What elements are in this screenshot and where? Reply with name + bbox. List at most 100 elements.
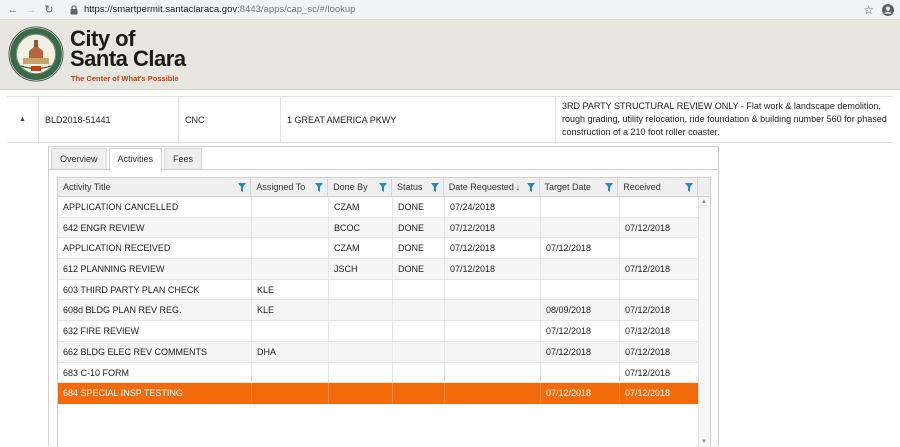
column-header-done-by[interactable]: Done By xyxy=(328,178,392,196)
cell-date-requested: 07/12/2018 xyxy=(445,259,541,279)
record-description: 3RD PARTY STRUCTURAL REVIEW ONLY - Flat … xyxy=(562,101,887,137)
cell-target-date xyxy=(541,362,620,383)
cell-target-date: 08/09/2018 xyxy=(541,300,620,321)
filter-icon[interactable] xyxy=(430,183,439,192)
account-icon[interactable] xyxy=(882,3,894,16)
table-row[interactable]: 608d BLDG PLAN REV REG. KLE 08/09/2018 0… xyxy=(58,300,710,322)
cell-status xyxy=(393,362,445,383)
cell-activity-title: 683 C-10 FORM xyxy=(58,362,252,383)
city-seal-logo xyxy=(8,26,64,82)
cell-target-date xyxy=(541,279,620,300)
tab-overview[interactable]: Overview xyxy=(51,148,107,169)
cell-assigned-to xyxy=(252,362,329,383)
column-label: Date Requested xyxy=(448,182,514,192)
cell-done-by: BCOC xyxy=(329,217,393,238)
permit-record-row[interactable]: ▲ BLD2018-51441 CNC 1 GREAT AMERICA PKWY… xyxy=(7,96,893,143)
cell-activity-title: 642 ENGR REVIEW xyxy=(58,217,252,238)
table-row[interactable]: APPLICATION RECEIVED CZAM DONE 07/12/201… xyxy=(58,238,710,260)
cell-assigned-to: KLE xyxy=(252,300,329,321)
table-row[interactable]: 632 FIRE REVIEW 07/12/2018 07/12/2018 xyxy=(58,321,710,342)
filter-icon[interactable] xyxy=(315,183,324,192)
cell-activity-title: 612 PLANNING REVIEW xyxy=(58,259,252,279)
cell-target-date: 07/12/2018 xyxy=(541,321,620,341)
table-row[interactable]: APPLICATION CANCELLED CZAM DONE 07/24/20… xyxy=(58,197,710,218)
filter-icon[interactable] xyxy=(605,183,614,192)
cell-status xyxy=(393,383,445,403)
column-header-date-requested[interactable]: Date Requested ↓ xyxy=(444,178,540,196)
cell-done-by xyxy=(329,300,393,321)
cell-received xyxy=(620,238,700,259)
table-row[interactable]: 603 THIRD PARTY PLAN CHECK KLE xyxy=(58,279,710,301)
cell-status: DONE xyxy=(393,259,445,279)
cell-date-requested xyxy=(445,362,541,383)
scroll-down-icon[interactable]: ▼ xyxy=(701,439,707,445)
column-header-target-date[interactable]: Target Date xyxy=(540,178,619,196)
cell-done-by: CZAM xyxy=(329,197,393,217)
column-label: Done By xyxy=(333,182,368,192)
back-arrow-icon[interactable]: ← xyxy=(6,3,20,17)
reload-icon[interactable]: ↻ xyxy=(42,3,56,17)
cell-activity-title: APPLICATION CANCELLED xyxy=(58,197,252,217)
table-row[interactable]: 642 ENGR REVIEW BCOC DONE 07/12/2018 07/… xyxy=(58,217,710,239)
table-row[interactable]: 662 BLDG ELEC REV COMMENTS DHA 07/12/201… xyxy=(58,341,710,363)
cell-assigned-to xyxy=(252,238,329,259)
table-row[interactable]: 612 PLANNING REVIEW JSCH DONE 07/12/2018… xyxy=(58,259,710,280)
cell-assigned-to: DHA xyxy=(252,341,329,362)
url-path: :8443/apps/cap_sc/#/lookup xyxy=(237,4,356,15)
column-header-received[interactable]: Received xyxy=(618,178,699,196)
cell-done-by xyxy=(329,341,393,362)
cell-target-date: 07/12/2018 xyxy=(541,238,620,259)
cell-date-requested: 07/12/2018 xyxy=(445,217,541,238)
cell-target-date xyxy=(541,259,620,279)
address-bar[interactable]: https://smartpermit.santaclaraca.gov:844… xyxy=(84,4,863,15)
tab-fees[interactable]: Fees xyxy=(164,148,203,169)
cell-status: DONE xyxy=(393,238,445,259)
tab-activities[interactable]: Activities xyxy=(108,148,163,171)
city-name-line2: Santa Clara xyxy=(70,46,186,71)
bookmark-star-icon[interactable]: ☆ xyxy=(863,3,874,17)
filter-icon[interactable] xyxy=(685,183,694,192)
lock-icon[interactable] xyxy=(68,4,80,16)
cell-date-requested xyxy=(445,341,541,362)
url-host: https://smartpermit.santaclaraca.gov xyxy=(84,4,238,15)
table-row-selected[interactable]: 684 SPECIAL INSP TESTING 07/12/2018 07/1… xyxy=(58,383,710,404)
cell-activity-title: 632 FIRE REVIEW xyxy=(58,321,252,341)
column-label: Target Date xyxy=(544,182,592,192)
record-detail-panel: Overview Activities Fees Activity Title … xyxy=(48,146,719,447)
cell-received xyxy=(620,279,700,300)
cell-target-date xyxy=(541,217,620,238)
cell-date-requested xyxy=(445,321,541,341)
cell-assigned-to xyxy=(252,259,329,279)
cell-status xyxy=(393,341,445,362)
column-header-activity-title[interactable]: Activity Title xyxy=(58,178,252,196)
cell-status: DONE xyxy=(393,197,445,217)
expand-toggle[interactable]: ▲ xyxy=(7,97,39,142)
cell-target-date: 07/12/2018 xyxy=(541,341,620,362)
detail-tabs: Overview Activities Fees xyxy=(49,147,718,171)
cell-done-by: JSCH xyxy=(329,259,393,279)
forward-arrow-icon[interactable]: → xyxy=(24,3,38,17)
city-name[interactable]: City of Santa Clara xyxy=(70,28,186,71)
filter-icon[interactable] xyxy=(378,183,387,192)
sort-descending-icon: ↓ xyxy=(515,183,520,192)
grid-body: APPLICATION CANCELLED CZAM DONE 07/24/20… xyxy=(58,197,710,404)
record-type: CNC xyxy=(179,97,281,142)
column-header-status[interactable]: Status xyxy=(392,178,444,196)
cell-target-date: 07/12/2018 xyxy=(541,383,620,403)
filter-icon[interactable] xyxy=(526,183,535,192)
cell-received: 07/12/2018 xyxy=(620,321,700,341)
cell-assigned-to xyxy=(252,321,329,341)
collapse-triangle-icon[interactable]: ▲ xyxy=(19,116,26,123)
cell-done-by xyxy=(329,383,393,403)
column-header-assigned-to[interactable]: Assigned To xyxy=(251,178,329,196)
browser-toolbar: ← → ↻ https://smartpermit.santaclaraca.g… xyxy=(0,0,900,20)
cell-target-date xyxy=(541,197,620,217)
cell-received: 07/12/2018 xyxy=(620,217,700,238)
scroll-up-icon[interactable]: ▲ xyxy=(701,199,707,205)
grid-header: Activity Title Assigned To Done By Statu… xyxy=(58,178,710,197)
table-row[interactable]: 683 C-10 FORM 07/12/2018 xyxy=(58,362,710,384)
cell-received: 07/12/2018 xyxy=(620,362,700,383)
cell-date-requested: 07/24/2018 xyxy=(445,197,541,217)
filter-icon[interactable] xyxy=(238,183,247,192)
grid-scrollbar[interactable]: ▲ ▼ xyxy=(698,197,710,447)
